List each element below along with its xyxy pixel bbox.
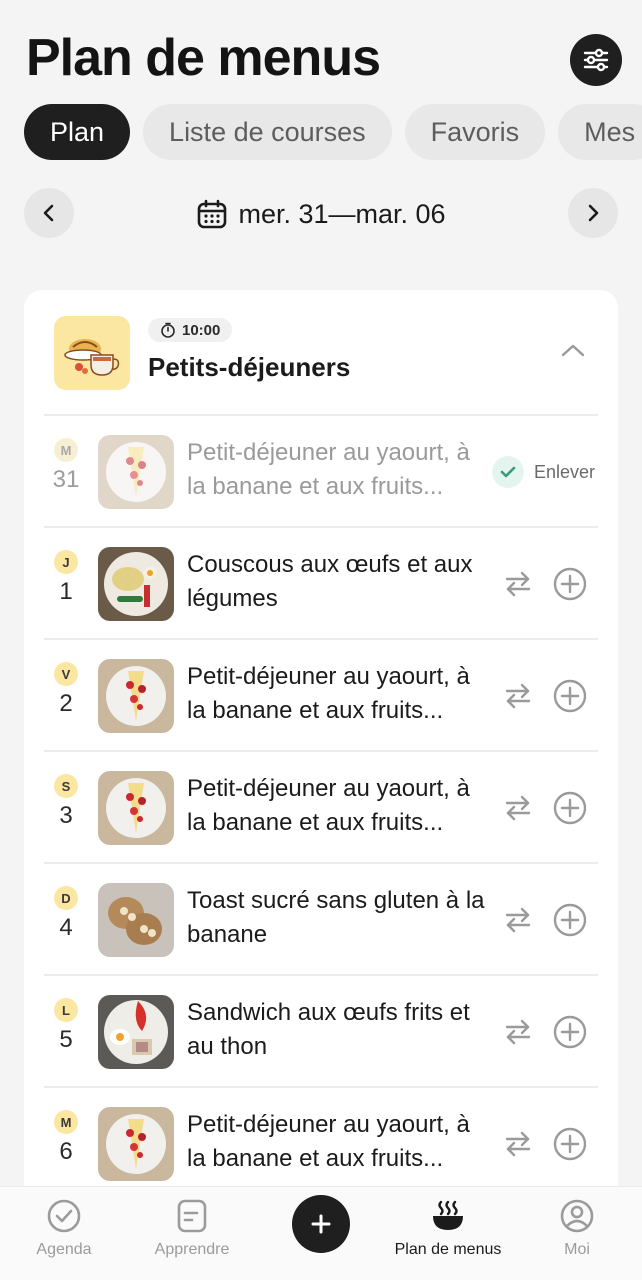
nav-me[interactable]: Moi [517, 1197, 637, 1259]
weekday-badge: J [54, 550, 78, 574]
nav-learn[interactable]: Apprendre [132, 1197, 252, 1259]
stopwatch-icon [161, 322, 175, 338]
swap-icon[interactable] [502, 680, 534, 712]
day-indicator: V 2 [44, 662, 88, 718]
weekday-badge: V [54, 662, 78, 686]
recipe-image[interactable] [98, 995, 174, 1069]
day-indicator: L 5 [44, 998, 88, 1054]
week-range-label: mer. 31—mar. 06 [238, 198, 446, 229]
add-circle-icon[interactable] [552, 790, 588, 826]
recipe-image[interactable] [98, 435, 174, 509]
nav-learn-label: Apprendre [154, 1241, 230, 1258]
nav-menu-plan[interactable]: Plan de menus [388, 1197, 508, 1259]
bottom-nav: Agenda Apprendre Plan de menus Moi [0, 1186, 642, 1280]
meal-row[interactable]: M 6 Petit-déjeuner au yaourt, à la banan… [44, 1086, 598, 1198]
nav-me-label: Moi [564, 1241, 590, 1258]
swap-icon[interactable] [502, 904, 534, 936]
meal-plan-screen: Plan de menus Plan Liste de courses Favo… [0, 0, 642, 1280]
recipe-name[interactable]: Petit-déjeuner au yaourt, à la banane et… [187, 436, 487, 504]
day-indicator: M 6 [44, 1110, 88, 1166]
remove-button[interactable]: Enlever [492, 456, 595, 488]
chevron-up-icon[interactable] [558, 338, 588, 362]
swap-icon[interactable] [502, 1128, 534, 1160]
day-number: 6 [59, 1138, 73, 1165]
week-range[interactable]: mer. 31—mar. 06 [24, 188, 618, 240]
next-week-button[interactable] [568, 188, 618, 238]
day-number: 2 [59, 690, 73, 717]
weekday-badge: D [54, 886, 78, 910]
chevron-left-icon [43, 204, 54, 222]
bowl-steam-icon [429, 1197, 467, 1235]
filter-button[interactable] [570, 34, 622, 86]
meal-time: 10:00 [182, 321, 221, 339]
recipe-name[interactable]: Couscous aux œufs et aux légumes [187, 548, 487, 616]
meal-row[interactable]: M 31 Petit-déjeuner au yaourt, à la bana… [44, 414, 598, 526]
day-indicator: M 31 [44, 438, 88, 494]
recipe-image[interactable] [98, 659, 174, 733]
meal-card: 10:00 Petits-déjeuners M 31 Petit-déjeun… [24, 290, 618, 1230]
weekday-badge: L [54, 998, 78, 1022]
recipe-name[interactable]: Sandwich aux œufs frits et au thon [187, 996, 487, 1064]
day-number: 1 [59, 578, 73, 605]
meal-row[interactable]: S 3 Petit-déjeuner au yaourt, à la banan… [44, 750, 598, 862]
add-circle-icon[interactable] [552, 902, 588, 938]
nav-agenda[interactable]: Agenda [4, 1197, 124, 1259]
previous-week-button[interactable] [24, 188, 74, 238]
nav-agenda-label: Agenda [36, 1241, 92, 1258]
recipe-image[interactable] [98, 1107, 174, 1181]
week-navigator: mer. 31—mar. 06 [24, 188, 618, 240]
breakfast-icon [54, 316, 130, 390]
recipe-image[interactable] [98, 883, 174, 957]
swap-icon[interactable] [502, 568, 534, 600]
day-number: 31 [52, 466, 80, 493]
meal-time-badge: 10:00 [148, 318, 233, 342]
meal-header[interactable]: 10:00 Petits-déjeuners [24, 290, 618, 414]
weekday-badge: S [54, 774, 78, 798]
plus-icon [311, 1214, 331, 1234]
meal-row[interactable]: V 2 Petit-déjeuner au yaourt, à la banan… [44, 638, 598, 750]
recipe-name[interactable]: Petit-déjeuner au yaourt, à la banane et… [187, 660, 487, 728]
add-button[interactable] [292, 1195, 350, 1253]
meal-list: M 31 Petit-déjeuner au yaourt, à la bana… [24, 414, 618, 1198]
sliders-icon [583, 48, 609, 72]
add-circle-icon[interactable] [552, 678, 588, 714]
day-indicator: S 3 [44, 774, 88, 830]
recipe-name[interactable]: Petit-déjeuner au yaourt, à la banane et… [187, 772, 487, 840]
meal-row[interactable]: D 4 Toast sucré sans gluten à la banane [44, 862, 598, 974]
recipe-name[interactable]: Petit-déjeuner au yaourt, à la banane et… [187, 1108, 487, 1176]
swap-icon[interactable] [502, 792, 534, 824]
day-number: 5 [59, 1026, 73, 1053]
meal-row[interactable]: L 5 Sandwich aux œufs frits et au thon [44, 974, 598, 1086]
swap-icon[interactable] [502, 1016, 534, 1048]
add-circle-icon[interactable] [552, 566, 588, 602]
weekday-badge: M [54, 1110, 78, 1134]
day-number: 3 [59, 802, 73, 829]
check-icon [492, 456, 524, 488]
weekday-badge: M [54, 438, 78, 462]
day-number: 4 [59, 914, 73, 941]
day-indicator: J 1 [44, 550, 88, 606]
add-circle-icon[interactable] [552, 1126, 588, 1162]
nav-menu-plan-label: Plan de menus [394, 1241, 502, 1258]
tab-plan[interactable]: Plan [24, 104, 131, 160]
remove-label: Enlever [534, 461, 596, 482]
tab-favorites[interactable]: Favoris [404, 104, 546, 160]
document-icon [173, 1197, 211, 1235]
day-indicator: D 4 [44, 886, 88, 942]
calendar-icon [198, 199, 227, 229]
tab-mine[interactable]: Mes [558, 104, 642, 160]
tab-shopping-list[interactable]: Liste de courses [143, 104, 392, 160]
recipe-image[interactable] [98, 547, 174, 621]
recipe-image[interactable] [98, 771, 174, 845]
tab-bar: Plan Liste de courses Favoris Mes [24, 104, 642, 162]
user-circle-icon [558, 1197, 596, 1235]
check-circle-icon [45, 1197, 83, 1235]
meal-title: Petits-déjeuners [148, 352, 351, 382]
add-circle-icon[interactable] [552, 1014, 588, 1050]
page-title: Plan de menus [26, 29, 381, 87]
chevron-right-icon [588, 204, 599, 222]
meal-row[interactable]: J 1 Couscous aux œufs et aux légumes [44, 526, 598, 638]
recipe-name[interactable]: Toast sucré sans gluten à la banane [187, 884, 487, 952]
